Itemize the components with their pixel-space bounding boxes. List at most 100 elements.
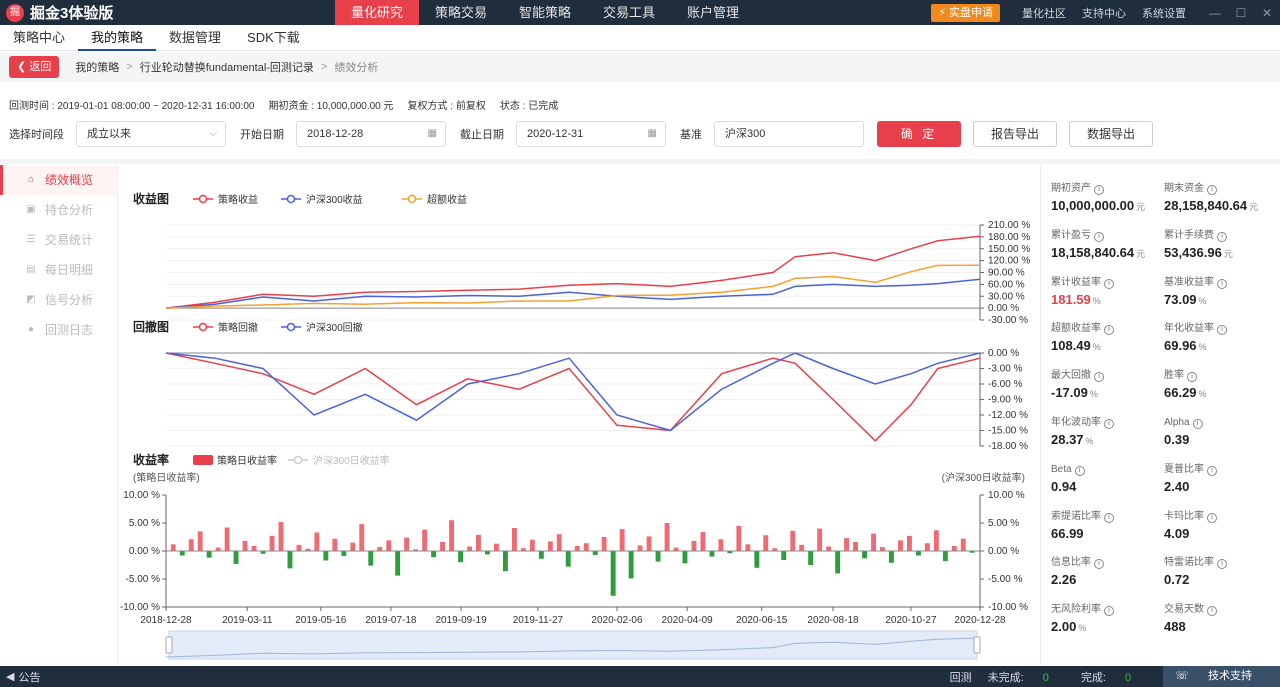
notice-link[interactable]: ◀ 公告 xyxy=(6,669,40,685)
link-support-center[interactable]: 支持中心 xyxy=(1082,5,1126,21)
daily-return-bar xyxy=(619,529,625,551)
sidebar-item-signal-analysis[interactable]: ◩ 信号分析 xyxy=(0,285,117,315)
start-date-input[interactable]: 2018-12-28 ▦ xyxy=(296,121,446,147)
daily-return-bar xyxy=(592,551,598,555)
daily-return-bar xyxy=(368,551,374,566)
metric-unit: % xyxy=(1089,389,1098,400)
daily-return-bar xyxy=(790,530,796,551)
period-select[interactable]: 成立以来 ⌵ xyxy=(76,121,226,147)
daily-return-bar xyxy=(916,551,921,556)
metric-item: 年化波动率 i 28.37% xyxy=(1051,416,1163,450)
chevron-left-icon: ❮ xyxy=(17,61,27,73)
breadcrumb-backtest-records[interactable]: 行业轮动替换fundamental-回测记录 xyxy=(140,59,314,75)
nav-strategy-trading[interactable]: 策略交易 xyxy=(419,0,503,25)
daily-return-bar xyxy=(709,551,715,557)
link-quant-community[interactable]: 量化社区 xyxy=(1022,5,1066,21)
daily-return-bar xyxy=(395,551,401,576)
info-icon[interactable]: i xyxy=(1104,512,1114,523)
metric-label-text: 最大回撤 xyxy=(1051,370,1091,382)
daily-xtick-label: 2020-12-28 xyxy=(954,615,1006,626)
info-icon[interactable]: i xyxy=(1217,325,1227,336)
info-icon[interactable]: i xyxy=(1094,372,1104,383)
info-icon[interactable]: i xyxy=(1074,465,1085,476)
daily-return-bar xyxy=(718,539,724,551)
metric-value-text: 0.72 xyxy=(1164,572,1190,588)
info-icon[interactable]: i xyxy=(1192,419,1203,429)
close-icon[interactable]: ✕ xyxy=(1254,6,1280,20)
data-export-button[interactable]: 数据导出 xyxy=(1069,121,1153,147)
start-date-label: 开始日期 xyxy=(240,129,284,141)
metric-value-text: -17.09 xyxy=(1051,385,1088,401)
benchmark-input[interactable]: 沪深300 xyxy=(714,121,864,147)
info-icon[interactable]: i xyxy=(1187,372,1197,383)
range-slider-right-handle[interactable] xyxy=(973,636,981,654)
unfinished-label: 未完成: xyxy=(987,671,1024,684)
live-apply-button[interactable]: ⚡ 实盘申请 xyxy=(931,3,1000,22)
info-icon[interactable]: i xyxy=(1094,231,1104,242)
metric-unit: 元 xyxy=(1136,202,1146,212)
info-icon[interactable]: i xyxy=(1094,559,1104,570)
tab-strategy-center[interactable]: 策略中心 xyxy=(0,25,78,51)
breadcrumb-my-strategies[interactable]: 我的策略 xyxy=(75,59,119,75)
metric-label: 累计手续费 i xyxy=(1164,229,1276,243)
returns-ytick-label: 30.00 % xyxy=(988,291,1025,302)
info-icon[interactable]: i xyxy=(1217,231,1227,242)
link-system-settings[interactable]: 系统设置 xyxy=(1142,5,1186,21)
info-icon[interactable]: i xyxy=(1104,606,1114,617)
info-icon[interactable]: i xyxy=(1104,325,1114,336)
drawdown-legend-0-marker xyxy=(198,322,208,332)
daily-return-bar xyxy=(341,551,347,556)
live-apply-label: 实盘申请 xyxy=(949,6,993,19)
returns-ytick-label: -30.00 % xyxy=(988,315,1028,326)
metric-item: 累计收益率 i 181.59% xyxy=(1051,276,1163,310)
daily-return-bar xyxy=(942,551,948,562)
nav-trading-tools[interactable]: 交易工具 xyxy=(587,0,671,25)
nav-smart-strategy[interactable]: 智能策略 xyxy=(503,0,587,25)
info-icon[interactable]: i xyxy=(1207,512,1217,523)
info-icon[interactable]: i xyxy=(1104,419,1114,429)
tab-my-strategies[interactable]: 我的策略 xyxy=(78,25,157,51)
metric-label: 夏普比率 i xyxy=(1164,463,1276,477)
alert-circle-icon: ● xyxy=(27,324,35,335)
sidebar-item-backtest-log[interactable]: ● 回测日志 xyxy=(0,315,117,345)
info-icon[interactable]: i xyxy=(1104,278,1114,289)
info-icon[interactable]: i xyxy=(1217,278,1227,289)
daily-return-bar xyxy=(745,544,751,551)
info-icon[interactable]: i xyxy=(1207,606,1217,617)
metric-value: 0.39 xyxy=(1164,430,1276,450)
tab-data-management[interactable]: 数据管理 xyxy=(156,25,234,51)
tech-support-button[interactable]: ☏ 技术支持 xyxy=(1163,666,1280,687)
report-export-button[interactable]: 报告导出 xyxy=(973,121,1057,147)
daily-return-bar xyxy=(350,542,356,551)
maximize-icon[interactable]: ☐ xyxy=(1228,6,1254,20)
back-button[interactable]: ❮ 返回 xyxy=(9,56,60,78)
daily-return-bar xyxy=(799,544,805,551)
list-icon: ☰ xyxy=(26,234,36,245)
tab-sdk-download[interactable]: SDK下载 xyxy=(234,25,313,51)
confirm-button[interactable]: 确 定 xyxy=(877,121,961,147)
megaphone-icon: ◀ xyxy=(6,671,15,683)
metric-label: 年化收益率 i xyxy=(1164,322,1276,336)
metric-value: 69.96% xyxy=(1164,336,1276,356)
info-icon[interactable]: i xyxy=(1217,559,1227,570)
metric-item: 交易天数 i 488 xyxy=(1164,603,1276,637)
minimize-icon[interactable]: — xyxy=(1202,6,1228,20)
nav-account-management[interactable]: 账户管理 xyxy=(671,0,755,25)
info-icon[interactable]: i xyxy=(1094,185,1104,195)
sidebar-item-performance-overview[interactable]: ⌂ 绩效概览 xyxy=(0,165,117,195)
metric-unit: 元 xyxy=(1249,202,1259,212)
returns-ytick-label: 120.00 % xyxy=(988,256,1030,267)
info-icon[interactable]: i xyxy=(1207,185,1217,195)
calendar-icon: ▦ xyxy=(647,128,657,139)
info-icon[interactable]: i xyxy=(1207,465,1217,476)
sidebar-item-trade-statistics[interactable]: ☰ 交易统计 xyxy=(0,225,117,255)
end-date-input[interactable]: 2020-12-31 ▦ xyxy=(516,121,666,147)
daily-return-bar xyxy=(880,547,885,551)
daily-return-bar xyxy=(763,535,769,551)
sidebar-item-position-analysis[interactable]: ▣ 持仓分析 xyxy=(0,195,117,225)
range-slider-left-handle[interactable] xyxy=(165,636,173,654)
sidebar-item-daily-details[interactable]: ▤ 每日明细 xyxy=(0,255,117,285)
nav-quant-research[interactable]: 量化研究 xyxy=(335,0,419,25)
daily-left-ytick-label: -10.00 % xyxy=(120,602,160,613)
sidebar-item-label: 绩效概览 xyxy=(45,173,94,187)
